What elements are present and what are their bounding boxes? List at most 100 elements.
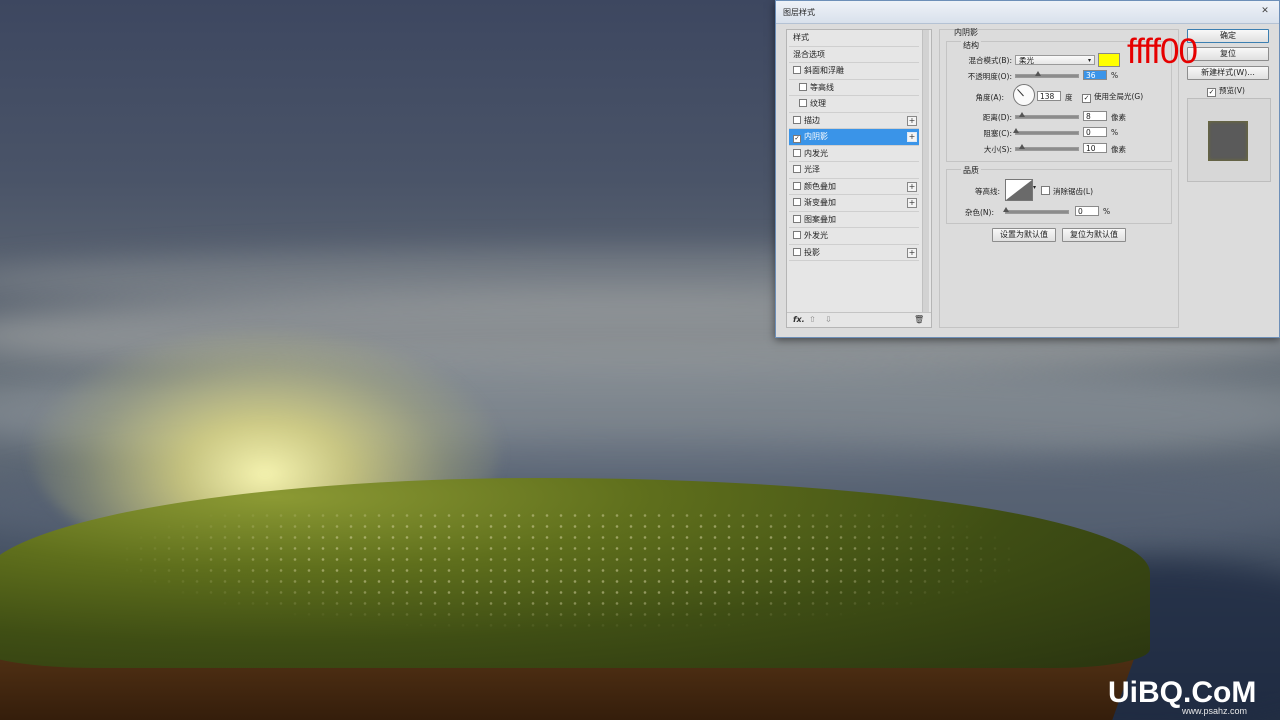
add-icon[interactable]: +	[907, 247, 917, 258]
angle-input[interactable]: 138	[1037, 91, 1061, 101]
style-list-item[interactable]: ✓ 内阴影 +	[789, 129, 919, 146]
noise-slider[interactable]	[1003, 207, 1069, 214]
size-label: 大小(S):	[983, 145, 1012, 154]
size-input[interactable]: 10	[1083, 143, 1107, 153]
style-list-item[interactable]: 样式	[789, 30, 919, 47]
move-up-icon[interactable]: ⇧	[809, 315, 816, 324]
add-icon[interactable]: +	[907, 181, 917, 192]
checkbox-box[interactable]	[799, 82, 807, 91]
angle-label: 角度(A):	[975, 93, 1004, 102]
style-list: 样式 混合选项 斜面和浮雕 等高线 纹理 描边 + ✓ 内阴影 + 内发光 光泽 颜色叠加 + 渐变叠加 + 图…	[789, 30, 919, 261]
anti-alias-checkbox[interactable]: 消除锯齿(L)	[1041, 186, 1093, 197]
style-list-item[interactable]: 图案叠加	[789, 212, 919, 228]
checkbox-box[interactable]	[793, 214, 801, 223]
style-list-item[interactable]: 光泽	[789, 162, 919, 179]
angle-unit: 度	[1065, 93, 1073, 102]
contour-picker[interactable]	[1005, 179, 1033, 201]
distance-label: 距离(D):	[982, 113, 1012, 122]
fx-icon[interactable]: fx.	[793, 315, 805, 324]
opacity-slider-thumb[interactable]	[1035, 71, 1042, 76]
checkbox-box[interactable]	[793, 181, 801, 190]
checkbox-box[interactable]	[793, 165, 801, 173]
style-list-item-label: 混合选项	[793, 49, 825, 59]
noise-input[interactable]: 0	[1075, 206, 1099, 216]
chevron-down-icon: ▾	[1087, 57, 1091, 64]
opacity-unit: %	[1111, 71, 1119, 80]
style-list-item[interactable]: 等高线	[789, 80, 919, 96]
shadow-color-swatch[interactable]	[1098, 53, 1120, 67]
noise-label: 杂色(N):	[965, 208, 994, 217]
checkbox-box[interactable]	[793, 231, 801, 239]
choke-input[interactable]: 0	[1083, 127, 1107, 137]
style-list-item[interactable]: 投影 +	[789, 245, 919, 261]
distance-unit: 像素	[1111, 113, 1126, 122]
chevron-down-icon[interactable]: ▾	[1033, 184, 1036, 191]
style-list-item[interactable]: 描边 +	[789, 113, 919, 129]
style-list-item[interactable]: 颜色叠加 +	[789, 179, 919, 195]
blend-mode-select[interactable]: 柔光 ▾	[1015, 55, 1095, 65]
style-list-panel: 样式 混合选项 斜面和浮雕 等高线 纹理 描边 + ✓ 内阴影 + 内发光 光泽 颜色叠加 + 渐变叠加 + 图…	[786, 29, 932, 328]
trash-icon[interactable]: 🗑	[914, 315, 924, 324]
distance-slider-thumb[interactable]	[1019, 112, 1025, 117]
style-list-item[interactable]: 纹理	[789, 96, 919, 113]
color-annotation: ffff00	[1127, 32, 1198, 71]
style-list-item[interactable]: 混合选项	[789, 47, 919, 63]
reset-button[interactable]: 复位	[1187, 47, 1269, 61]
checkmark-icon: ✓	[1082, 94, 1091, 103]
distance-slider[interactable]	[1015, 112, 1079, 119]
add-icon[interactable]: +	[907, 198, 917, 208]
size-slider[interactable]	[1015, 144, 1079, 151]
style-list-item[interactable]: 内发光	[789, 146, 919, 162]
style-list-item-label: 光泽	[804, 165, 820, 174]
style-list-item-label: 图案叠加	[804, 214, 836, 224]
preview-checkbox[interactable]: ✓ 预览(V)	[1207, 85, 1245, 97]
noise-slider-thumb[interactable]	[1003, 207, 1009, 212]
close-icon[interactable]: ✕	[1259, 6, 1271, 17]
add-icon[interactable]: +	[907, 132, 917, 142]
distance-input[interactable]: 8	[1083, 111, 1107, 121]
structure-title: 结构	[961, 40, 981, 51]
choke-slider[interactable]	[1013, 128, 1079, 135]
checkbox-box[interactable]	[793, 115, 801, 124]
global-light-label: 使用全局光(G)	[1094, 92, 1144, 101]
style-list-item[interactable]: 渐变叠加 +	[789, 195, 919, 212]
style-list-scrollbar[interactable]	[922, 30, 929, 313]
checkbox-box[interactable]	[799, 99, 807, 107]
checkmark-icon[interactable]: ✓	[793, 135, 801, 143]
style-list-footer: fx. ⇧ ⇩ 🗑	[787, 312, 931, 327]
section-title: 内阴影	[954, 28, 978, 37]
ok-button[interactable]: 确定	[1187, 29, 1269, 43]
blend-mode-label: 混合模式(B):	[968, 56, 1012, 65]
dialog-titlebar[interactable]: 图层样式 ✕	[776, 1, 1279, 24]
add-icon[interactable]: +	[907, 115, 917, 126]
checkbox-box[interactable]	[793, 247, 801, 256]
opacity-input[interactable]: 36	[1083, 70, 1107, 80]
checkbox-box[interactable]	[793, 148, 801, 157]
style-list-item[interactable]: 外发光	[789, 228, 919, 245]
angle-dial[interactable]	[1013, 84, 1035, 106]
style-list-item-label: 等高线	[810, 82, 834, 92]
choke-slider-thumb[interactable]	[1013, 128, 1019, 133]
contour-curve-icon	[1006, 180, 1032, 200]
style-list-item-label: 斜面和浮雕	[804, 66, 844, 75]
style-list-item[interactable]: 斜面和浮雕	[789, 63, 919, 80]
quality-group: 品质 等高线: ▾ 消除锯齿(L) 杂色(N): 0 %	[946, 165, 1172, 224]
style-list-item-label: 渐变叠加	[804, 198, 836, 207]
checkbox-box[interactable]	[793, 66, 801, 74]
noise-unit: %	[1103, 207, 1111, 216]
size-slider-thumb[interactable]	[1019, 144, 1025, 149]
style-preview	[1187, 98, 1271, 182]
watermark-url: www.psahz.com	[1182, 706, 1248, 716]
reset-default-button[interactable]: 复位为默认值	[1062, 228, 1126, 242]
set-default-button[interactable]: 设置为默认值	[992, 228, 1056, 242]
layer-style-dialog: 图层样式 ✕ 样式 混合选项 斜面和浮雕 等高线 纹理 描边 + ✓ 内阴影 + 内发光 光泽 颜色叠加…	[775, 0, 1280, 338]
global-light-checkbox[interactable]: ✓ 使用全局光(G)	[1082, 91, 1143, 103]
new-style-button[interactable]: 新建样式(W)...	[1187, 66, 1269, 80]
angle-dial-hand	[1017, 88, 1024, 97]
style-list-item-label: 纹理	[810, 99, 826, 108]
move-down-icon[interactable]: ⇩	[825, 315, 832, 324]
style-list-item-label: 描边	[804, 115, 820, 125]
contour-label: 等高线:	[974, 187, 1000, 196]
opacity-slider[interactable]	[1015, 71, 1079, 78]
checkbox-box[interactable]	[793, 198, 801, 206]
